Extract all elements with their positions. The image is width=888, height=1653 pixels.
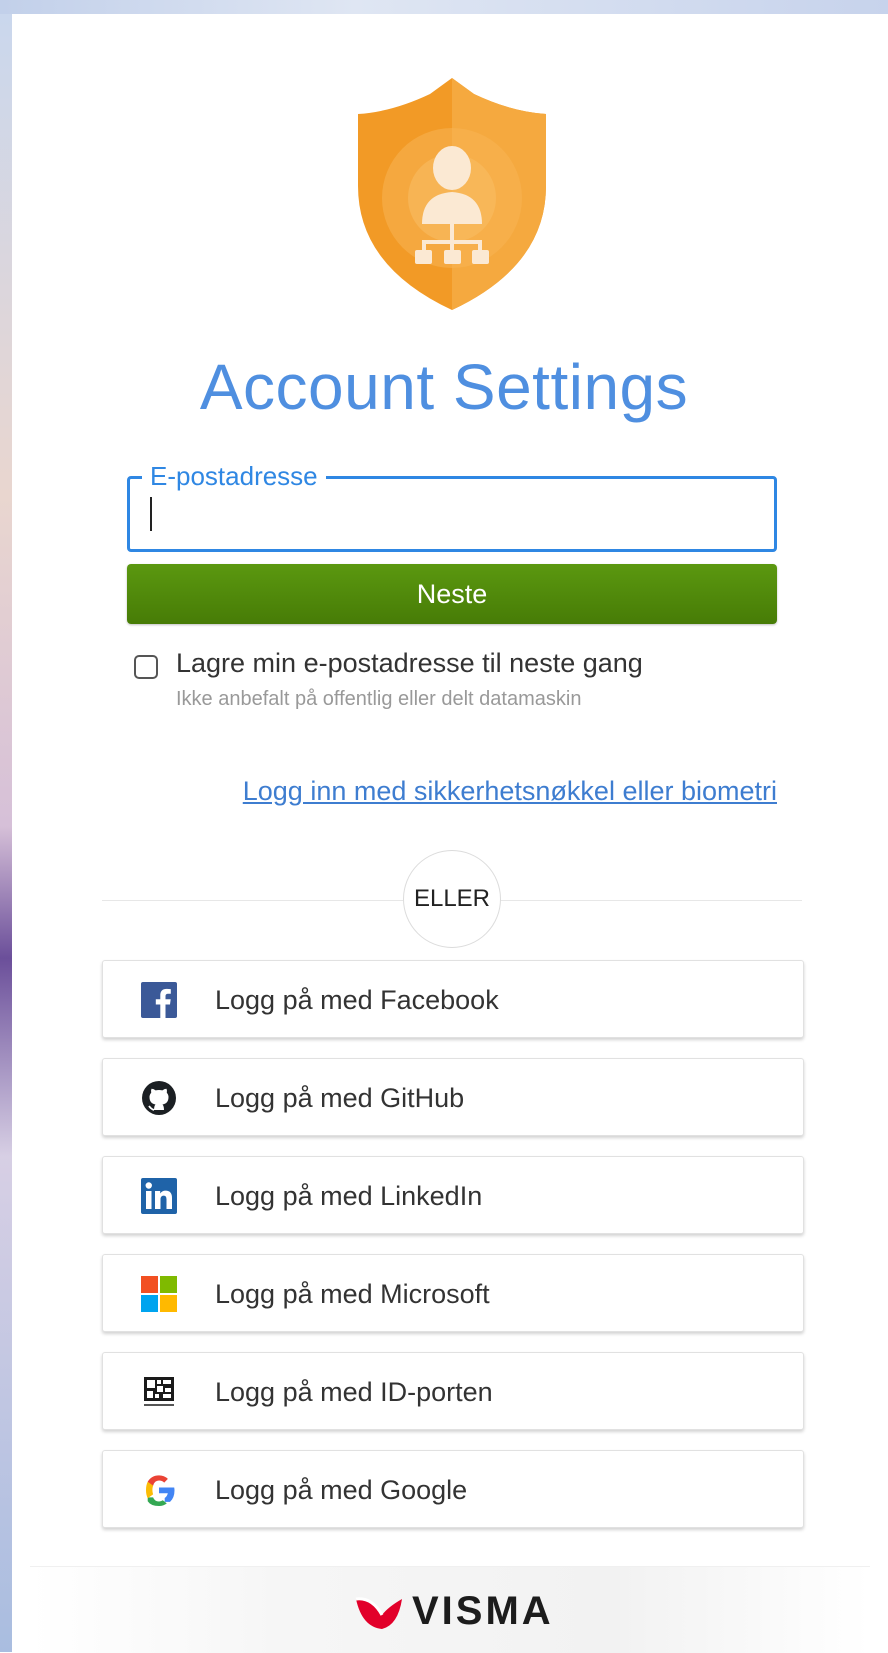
- footer: VISMA: [30, 1566, 870, 1653]
- github-login-button[interactable]: Logg på med GitHub: [102, 1058, 804, 1136]
- identity-provider-list: Logg på med Facebook Logg på med GitHub …: [102, 960, 804, 1548]
- id-porten-login-button[interactable]: Logg på med ID-porten: [102, 1352, 804, 1430]
- remember-email-label[interactable]: Lagre min e-postadresse til neste gang: [176, 648, 643, 679]
- next-button[interactable]: Neste: [127, 564, 777, 624]
- email-field-label: E-postadresse: [142, 460, 326, 492]
- provider-label: Logg på med Facebook: [215, 985, 499, 1015]
- linkedin-icon: [141, 1178, 177, 1214]
- visma-wordmark: VISMA: [412, 1589, 554, 1633]
- provider-label: Logg på med LinkedIn: [215, 1181, 483, 1211]
- provider-label: Logg på med ID-porten: [215, 1377, 493, 1407]
- page-title: Account Settings: [199, 351, 689, 423]
- facebook-icon: [141, 982, 177, 1018]
- text-caret: [150, 497, 152, 531]
- microsoft-login-button[interactable]: Logg på med Microsoft: [102, 1254, 804, 1332]
- google-icon: [146, 1475, 175, 1506]
- visma-logo: VISMA: [352, 1589, 562, 1633]
- remember-email-hint: Ikke anbefalt på offentlig eller delt da…: [176, 688, 582, 710]
- shield-user-network-icon: [358, 78, 546, 310]
- id-porten-icon: [144, 1377, 174, 1406]
- remember-email-checkbox[interactable]: [134, 655, 158, 679]
- email-input[interactable]: [144, 495, 764, 537]
- facebook-login-button[interactable]: Logg på med Facebook: [102, 960, 804, 1038]
- provider-label: Logg på med GitHub: [215, 1083, 465, 1113]
- security-key-login-link[interactable]: Logg inn med sikkerhetsnøkkel eller biom…: [243, 776, 777, 807]
- window-edge-top: [0, 0, 888, 14]
- or-divider-badge: ELLER: [403, 850, 501, 948]
- visma-swoosh-icon: [355, 1597, 402, 1629]
- window-edge-left: [0, 0, 12, 1652]
- provider-label: Logg på med Microsoft: [215, 1279, 490, 1309]
- github-icon: [142, 1081, 176, 1115]
- microsoft-icon: [141, 1276, 177, 1312]
- google-login-button[interactable]: Logg på med Google: [102, 1450, 804, 1528]
- email-field-container[interactable]: E-postadresse: [127, 460, 777, 552]
- provider-label: Logg på med Google: [215, 1475, 468, 1505]
- linkedin-login-button[interactable]: Logg på med LinkedIn: [102, 1156, 804, 1234]
